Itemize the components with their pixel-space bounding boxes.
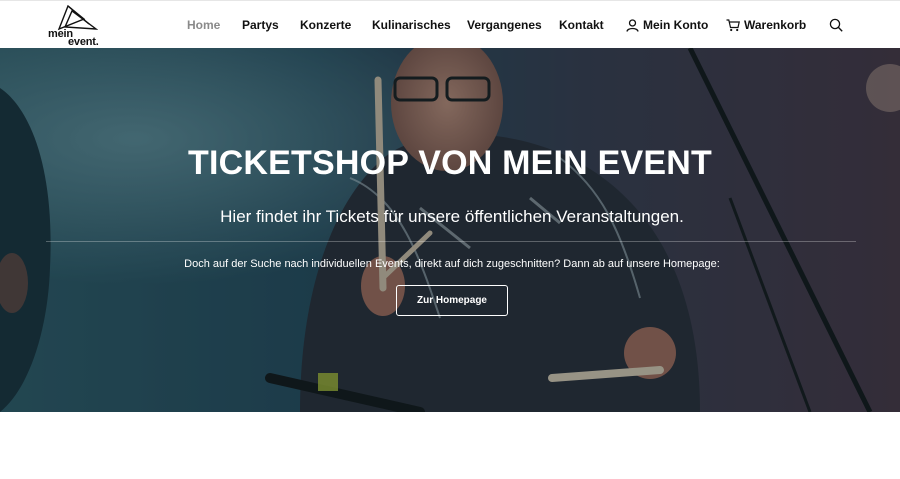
content-area <box>0 412 900 479</box>
nav-home[interactable]: Home <box>187 18 220 32</box>
hero-overlay <box>0 48 900 412</box>
user-icon <box>626 18 639 32</box>
hero-subtitle: Hier findet ihr Tickets für unsere öffen… <box>220 207 684 226</box>
search-button[interactable] <box>829 18 843 32</box>
hero-title: TICKETSHOP VON MEIN EVENT <box>188 144 712 182</box>
cart-icon <box>726 18 740 31</box>
main-navigation: Home Partys Konzerte Kulinarisches Verga… <box>0 1 900 49</box>
nav-mein-konto-label: Mein Konto <box>643 18 709 32</box>
search-icon <box>829 18 843 32</box>
hero-banner: TICKETSHOP VON MEIN EVENT Hier findet ih… <box>0 48 900 412</box>
hero-divider <box>46 241 856 242</box>
nav-mein-konto[interactable]: Mein Konto <box>626 18 708 32</box>
nav-kulinarisches[interactable]: Kulinarisches <box>372 18 451 32</box>
nav-kontakt[interactable]: Kontakt <box>559 18 604 32</box>
hero-note: Doch auf der Suche nach individuellen Ev… <box>184 258 720 270</box>
nav-warenkorb[interactable]: Warenkorb <box>726 18 806 32</box>
nav-vergangenes[interactable]: Vergangenes <box>467 18 542 32</box>
site-header: mein event. Home Partys Konzerte Kulinar… <box>0 0 900 48</box>
nav-partys[interactable]: Partys <box>242 18 279 32</box>
homepage-button[interactable]: Zur Homepage <box>396 285 508 316</box>
nav-warenkorb-label: Warenkorb <box>744 18 807 32</box>
nav-konzerte[interactable]: Konzerte <box>300 18 351 32</box>
